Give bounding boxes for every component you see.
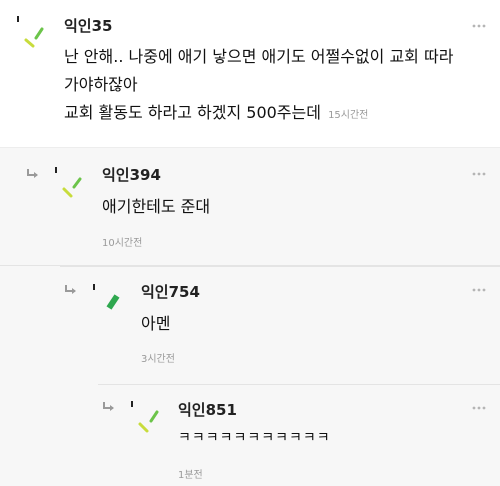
avatar-icon[interactable] [22,22,52,52]
comment-nickname[interactable]: 익인35 [64,15,112,36]
reply-item: 익인394 애기한테도 준대 10시간전 [0,148,500,266]
reply-item: 익인851 ㅋㅋㅋㅋㅋㅋㅋㅋㅋㅋㅋ 1분전 [0,384,500,486]
more-dots-icon[interactable] [472,406,486,410]
comment-nickname[interactable]: 익인851 [178,399,237,420]
comment-text: 애기한테도 준대 [102,197,211,216]
comment-line-text: 교회 활동도 하라고 하겠지 500주는데 [64,103,321,122]
comment-text: 난 안해.. 나중에 애기 낳으면 애기도 어쩔수없이 교회 따라 가야하잖아 … [64,43,453,130]
avatar-icon[interactable] [100,288,130,318]
comment-line: 교회 활동도 하라고 하겠지 500주는데 15시간전 [64,99,453,130]
comment-item: 익인35 난 안해.. 나중에 애기 낳으면 애기도 어쩔수없이 교회 따라 가… [0,0,500,148]
comment-nickname[interactable]: 익인754 [141,281,200,302]
reply-arrow-icon [103,402,114,411]
comment-text: ㅋㅋㅋㅋㅋㅋㅋㅋㅋㅋㅋ [178,430,331,446]
more-dots-icon[interactable] [472,24,486,28]
more-dots-icon[interactable] [472,172,486,176]
reply-arrow-icon [65,285,76,294]
decoration-dot [55,167,57,173]
decoration-dot [131,401,133,407]
comment-nickname[interactable]: 익인394 [102,164,161,185]
comment-time: 10시간전 [102,238,143,249]
comment-time: 1분전 [178,470,203,481]
decoration-dot [93,284,95,290]
reply-item: 익인754 아멘 3시간전 [0,266,500,384]
comment-line: 가야하잖아 [64,75,138,94]
reply-arrow-icon [27,169,38,178]
comment-time: 15시간전 [328,110,369,121]
decoration-dot [17,16,19,22]
comment-line: 난 안해.. 나중에 애기 낳으면 애기도 어쩔수없이 교회 따라 [64,47,454,66]
more-dots-icon[interactable] [472,288,486,292]
comment-time: 3시간전 [141,354,175,365]
avatar-icon[interactable] [136,406,166,436]
avatar-icon[interactable] [60,173,90,203]
comment-text: 아멘 [141,314,171,333]
